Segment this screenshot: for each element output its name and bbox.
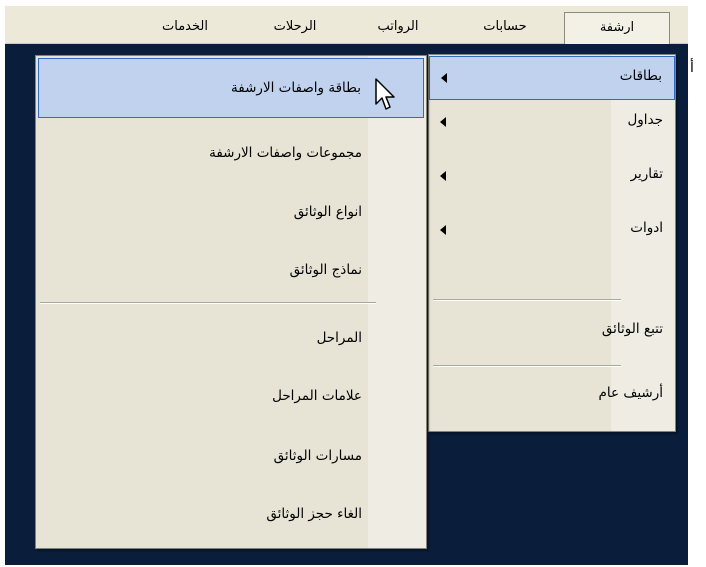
menu-item-label: انواع الوثائق [293, 204, 362, 220]
menu-item-label: أرشيف عام [598, 385, 663, 401]
menu-bar: ارشفة حسابات الرواتب الرحلات الخدمات [5, 6, 688, 44]
menu-item-archive-descriptor-card[interactable]: بطاقة واصفات الارشفة [38, 58, 424, 118]
triangle-left-icon [440, 171, 446, 181]
triangle-left-icon [440, 117, 446, 127]
menu-item-label: مجموعات واصفات الارشفة [209, 145, 362, 161]
menu-item-label: علامات المراحل [272, 388, 362, 404]
cards-submenu: بطاقة واصفات الارشفة مجموعات واصفات الار… [35, 55, 427, 549]
menu-separator [433, 299, 621, 301]
menu-item-stage-marks[interactable]: علامات المراحل [36, 376, 426, 426]
menu-services[interactable]: الخدمات [135, 12, 235, 44]
menu-item-label: نماذج الوثائق [289, 262, 362, 278]
menu-item-cards[interactable]: بطاقات [429, 56, 675, 100]
menu-trips[interactable]: الرحلات [245, 12, 345, 44]
menu-item-label: بطاقة واصفات الارشفة [231, 80, 361, 96]
mouse-pointer-icon [375, 78, 395, 110]
menu-item-tables[interactable]: جداول [429, 101, 675, 145]
menu-item-stages[interactable]: المراحل [36, 318, 426, 368]
archive-menu: بطاقات جداول تقارير ادوات تتبع الوثائق أ… [428, 54, 676, 432]
menu-item-tools[interactable]: ادوات [429, 209, 675, 253]
menu-item-descriptor-groups[interactable]: مجموعات واصفات الارشفة [36, 128, 426, 178]
menu-item-document-paths[interactable]: مسارات الوثائق [36, 436, 426, 486]
menu-item-document-types[interactable]: انواع الوثائق [36, 190, 426, 240]
menu-item-cancel-reservation[interactable]: الغاء حجز الوثائق [36, 494, 426, 544]
menu-archive[interactable]: ارشفة [564, 12, 670, 44]
triangle-left-icon [441, 73, 447, 83]
menu-item-label: ادوات [630, 220, 663, 236]
menu-item-label: تقارير [630, 166, 663, 182]
triangle-left-icon [440, 225, 446, 235]
menu-separator [433, 365, 621, 367]
menu-salaries[interactable]: الرواتب [353, 12, 443, 44]
menu-item-track-documents[interactable]: تتبع الوثائق [429, 311, 675, 355]
clipped-text: أ [690, 60, 694, 76]
menu-item-label: الغاء حجز الوثائق [266, 506, 362, 522]
menu-item-label: مسارات الوثائق [273, 448, 362, 464]
menu-item-label: تتبع الوثائق [601, 321, 663, 337]
menu-separator [40, 302, 376, 304]
menu-item-general-archive[interactable]: أرشيف عام [429, 377, 675, 421]
menu-item-label: المراحل [316, 330, 362, 346]
menu-item-label: بطاقات [619, 68, 662, 84]
menu-accounts[interactable]: حسابات [455, 12, 555, 44]
menu-item-reports[interactable]: تقارير [429, 155, 675, 199]
menu-item-document-templates[interactable]: نماذج الوثائق [36, 250, 426, 300]
menu-item-label: جداول [627, 112, 663, 128]
